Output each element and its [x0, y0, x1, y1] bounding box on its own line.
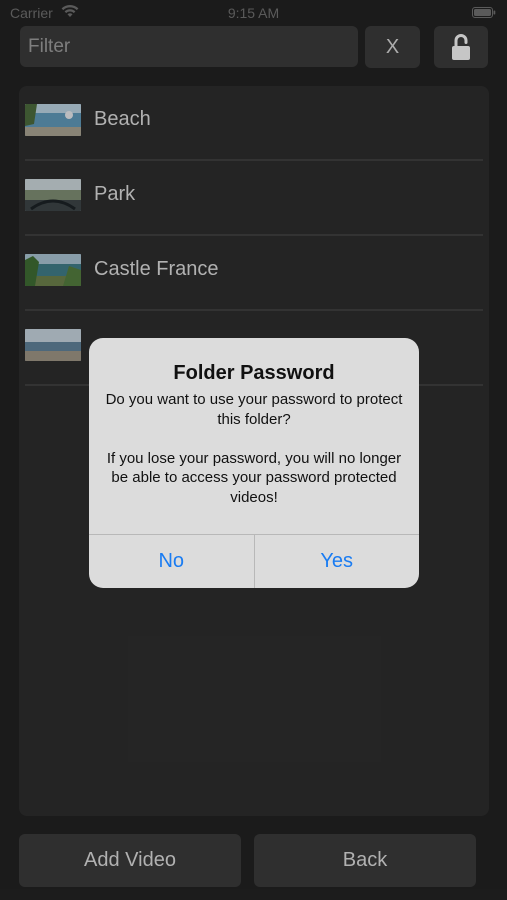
folder-password-alert: Folder Password Do you want to use your … [89, 338, 419, 588]
alert-message: Do you want to use your password to prot… [103, 390, 405, 507]
alert-title: Folder Password [173, 362, 335, 384]
alert-no-button[interactable]: No [89, 535, 254, 588]
alert-message-warning: If you lose your password, you will no l… [106, 449, 402, 506]
alert-button-row: No Yes [89, 534, 419, 588]
alert-message-question: Do you want to use your password to prot… [105, 391, 403, 428]
alert-yes-button[interactable]: Yes [253, 535, 420, 588]
app-screen: Carrier 9:15 AM X [0, 0, 507, 900]
